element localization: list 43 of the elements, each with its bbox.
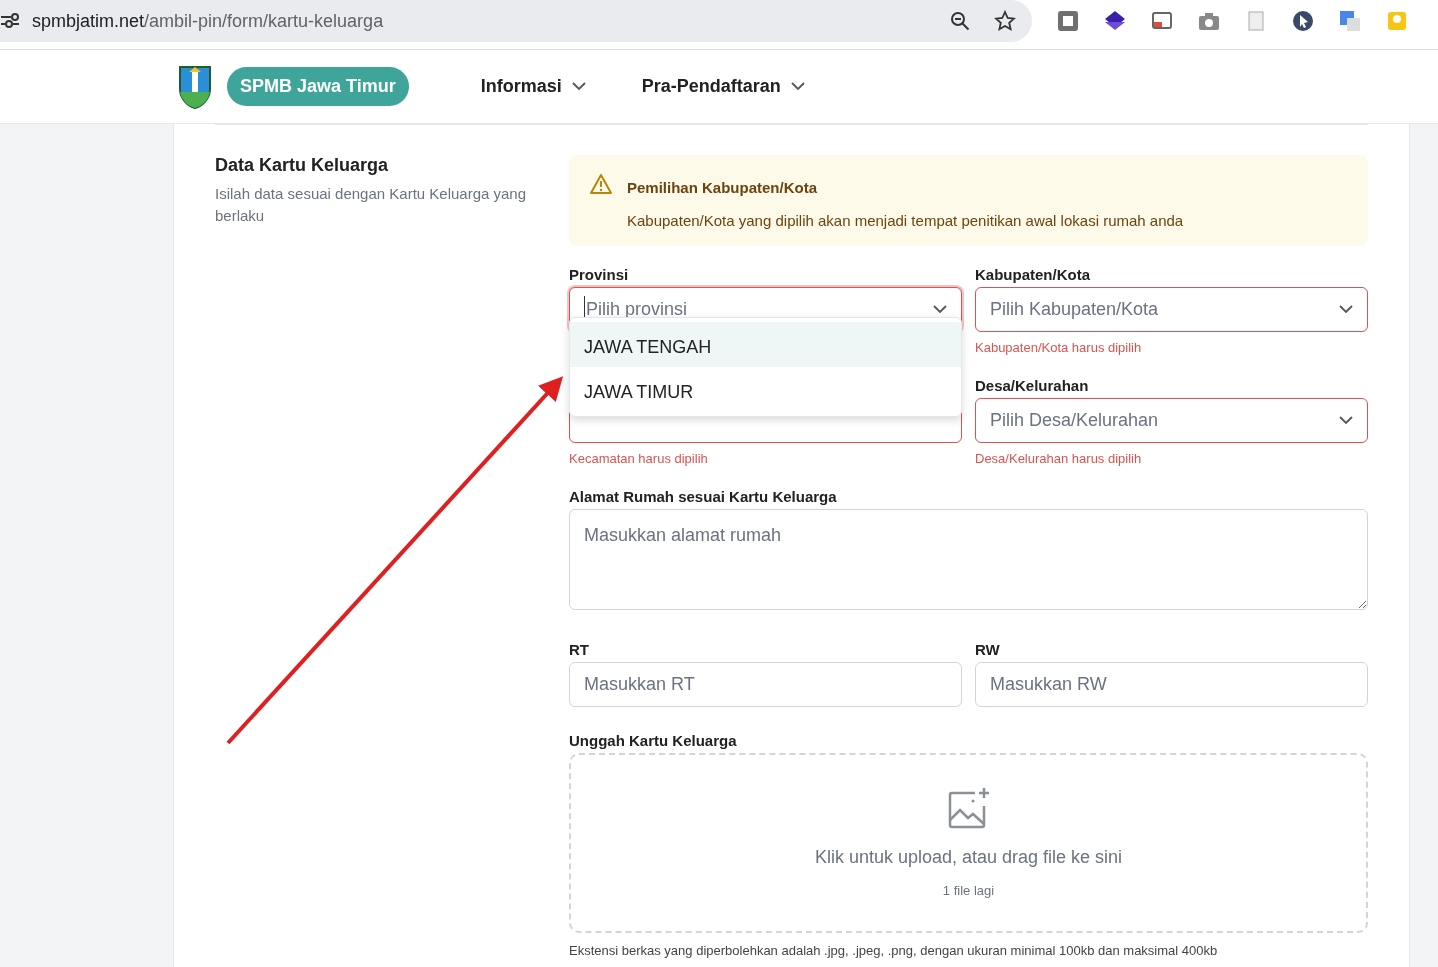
field-label: RW: [975, 640, 1001, 660]
site-settings-icon[interactable]: [0, 11, 20, 31]
select-field[interactable]: Pilih Kabupaten/Kota: [975, 287, 1368, 332]
input-field[interactable]: Masukkan RW: [975, 662, 1368, 707]
select-field[interactable]: Pilih Desa/Kelurahan: [975, 398, 1368, 443]
section-title: Data Kartu Keluarga: [215, 155, 390, 177]
chevron-down-icon: [933, 305, 947, 314]
extension-icon[interactable]: [1056, 8, 1080, 33]
field-label: Kabupaten/Kota: [975, 265, 1091, 285]
upload-prompt: Klik untuk upload, atau drag file ke sini: [814, 845, 1123, 869]
file-count: 1 file lagi: [942, 881, 995, 900]
nav-menu[interactable]: Pra-Pendaftaran: [641, 73, 805, 100]
input-field[interactable]: Masukkan RT: [569, 662, 962, 707]
select-text: Pilih Desa/Kelurahan: [990, 409, 1159, 432]
error-message: Kabupaten/Kota harus dipilih: [975, 339, 1143, 357]
warning-icon: [589, 173, 613, 195]
image-upload-icon: [946, 785, 991, 830]
select-text: Pilih Kabupaten/Kota: [990, 298, 1159, 321]
chevron-down-icon: [1339, 416, 1353, 425]
error-message: Desa/Kelurahan harus dipilih: [975, 450, 1143, 468]
dropdown-option[interactable]: JAWA TENGAH: [570, 322, 961, 367]
chevron-down-icon: [1339, 305, 1353, 314]
field-label: Unggah Kartu Keluarga: [569, 731, 738, 751]
bookmark-star-icon[interactable]: [994, 10, 1016, 32]
nav-menu[interactable]: Informasi: [480, 73, 586, 100]
alert-title: Pemilihan Kabupaten/Kota: [627, 178, 819, 198]
dropdown-option[interactable]: JAWA TIMUR: [570, 367, 961, 412]
section-description: Isilah data sesuai dengan Kartu Keluarga yang berlaku: [215, 183, 528, 226]
upload-note: Ekstensi berkas yang diperbolehkan adalah .jpg, .jpeg, .png, dengan ukuran minimal 100kb dan maksimal 400kb: [569, 942, 1219, 960]
cursor-icon[interactable]: [1291, 8, 1315, 33]
field-label: Desa/Kelurahan: [975, 376, 1090, 396]
chevron-down-icon: [790, 82, 805, 91]
field-label: Provinsi: [569, 265, 630, 285]
address-textarea[interactable]: Masukkan alamat rumah: [569, 509, 1368, 610]
alert-message: Kabupaten/Kota yang dipilih akan menjadi tempat penitikan awal lokasi rumah anda: [627, 210, 1184, 231]
field-label: Alamat Rumah sesuai Kartu Keluarga: [569, 487, 838, 507]
chevron-down-icon: [571, 82, 586, 91]
layers-icon[interactable]: [1103, 8, 1127, 33]
emblem-icon: [177, 63, 213, 110]
file-drop-zone[interactable]: Klik untuk upload, atau drag file ke sini 1 file lagi: [569, 753, 1368, 933]
error-message: Kecamatan harus dipilih: [569, 450, 709, 468]
field-label: RT: [569, 640, 590, 660]
zoom-out-icon[interactable]: [950, 11, 970, 31]
